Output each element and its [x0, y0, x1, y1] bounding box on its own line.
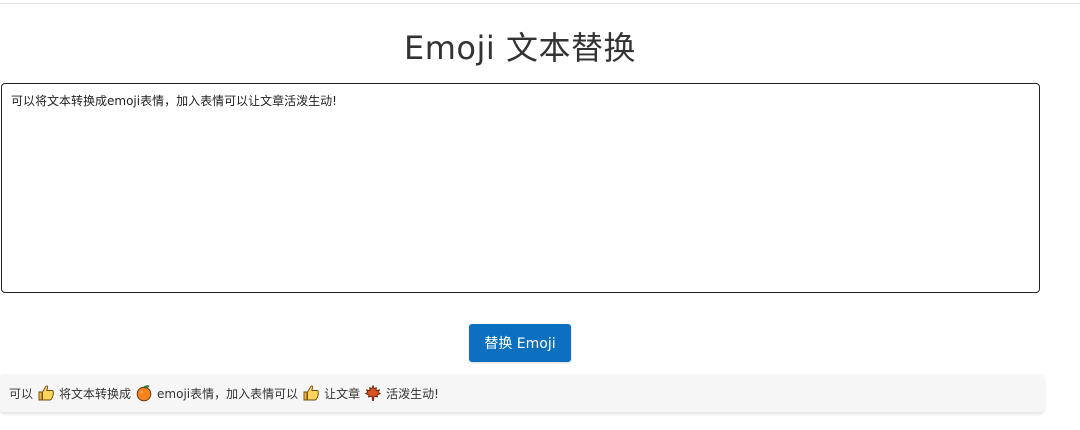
result-text: 可以	[9, 386, 34, 401]
text-input-area[interactable]: 可以将文本转换成emoji表情，加入表情可以让文章活泼生动!	[1, 83, 1040, 293]
page-title: Emoji 文本替换	[404, 29, 636, 67]
result-text: 将文本转换成	[59, 386, 132, 401]
top-divider	[0, 3, 1080, 4]
thumbs-up-icon	[37, 384, 55, 402]
thumbs-up-icon	[302, 384, 320, 402]
replace-emoji-button[interactable]: 替换 Emoji	[469, 324, 571, 362]
maple-leaf-icon	[364, 384, 382, 402]
result-output: 可以 将文本转换成 emoji表情，加入表情可以 让文章 活泼生动!	[0, 374, 1044, 412]
orange-fruit-icon	[135, 384, 153, 402]
result-text: 让文章	[324, 386, 361, 401]
result-text: 活泼生动!	[386, 386, 439, 401]
result-text: emoji表情，加入表情可以	[157, 386, 299, 401]
